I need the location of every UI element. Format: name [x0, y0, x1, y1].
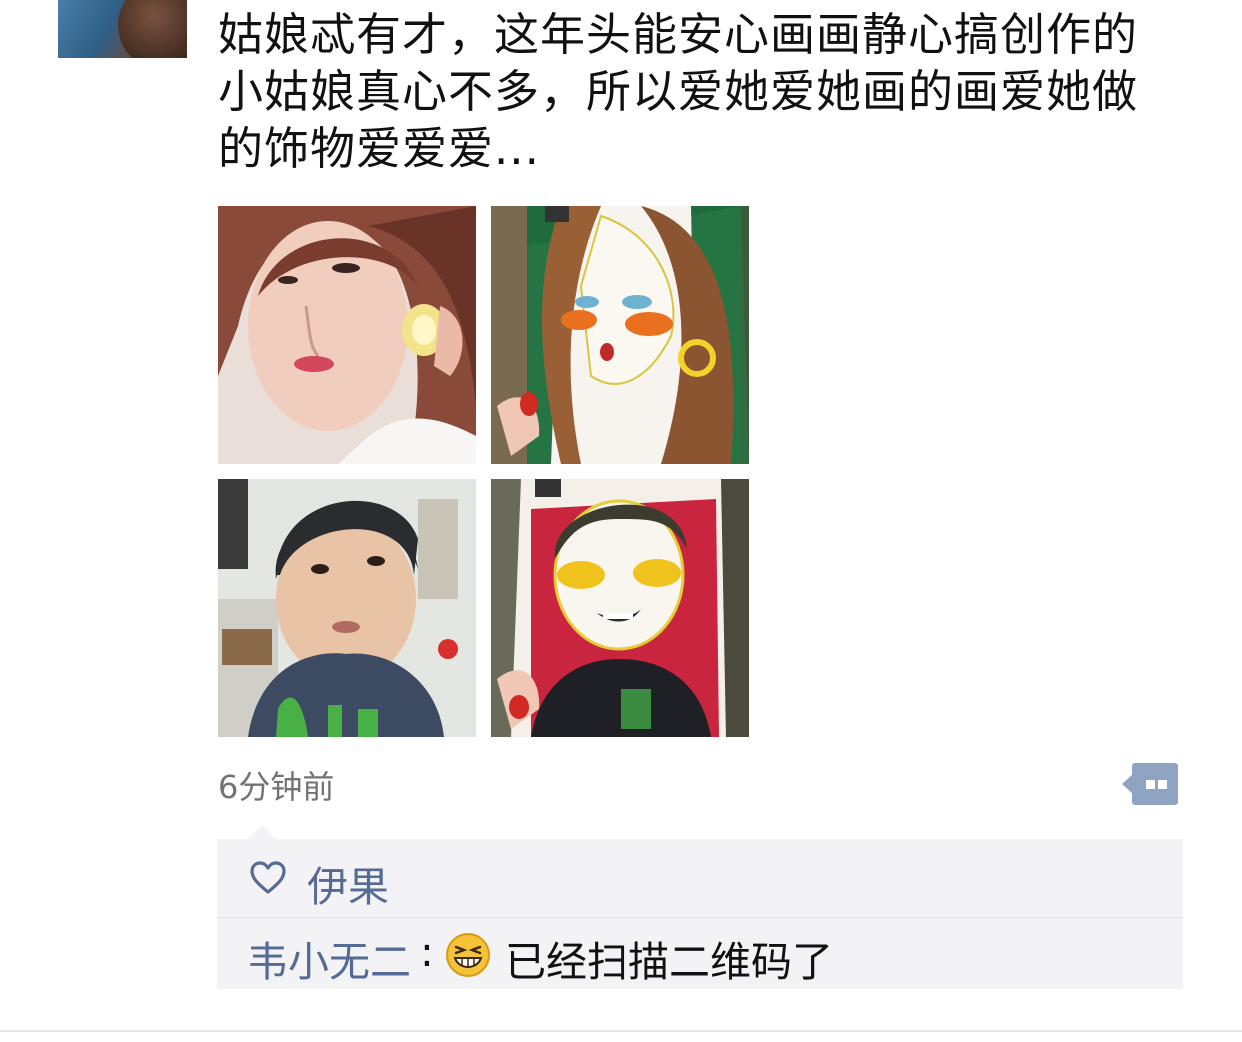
- comments-pointer: [248, 825, 276, 839]
- moments-post: 姑娘忒有才，这年头能安心画画静心搞创作的 小姑娘真心不多，所以爱她爱她画的画爱她…: [0, 0, 1242, 1042]
- grinning-face-emoji-icon: [446, 933, 490, 977]
- comment-author[interactable]: 韦小无二: [247, 928, 411, 988]
- post-divider: [0, 1030, 1242, 1032]
- post-text: 姑娘忒有才，这年头能安心画画静心搞创作的 小姑娘真心不多，所以爱她爱她画的画爱她…: [218, 6, 1178, 177]
- selfie-woman-photo: [218, 206, 476, 464]
- user-avatar[interactable]: [58, 0, 187, 58]
- comment-row[interactable]: 韦小无二 : 已经扫描二维码了: [217, 918, 1183, 989]
- portrait-drawing-woman-photo: [491, 206, 749, 464]
- post-photo-4[interactable]: [491, 479, 749, 737]
- post-timestamp: 6分钟前: [218, 768, 335, 806]
- selfie-boy-photo: [218, 479, 476, 737]
- post-photo-2[interactable]: [491, 206, 749, 464]
- comments-panel: 伊果 韦小无二 : 已经扫描二维码了: [217, 839, 1183, 989]
- post-text-line: 小姑娘真心不多，所以爱她爱她画的画爱她做: [218, 65, 1139, 118]
- likes-row: 伊果: [217, 839, 1183, 918]
- post-photo-3[interactable]: [218, 479, 476, 737]
- post-text-line: 姑娘忒有才，这年头能安心画画静心搞创作的: [218, 8, 1139, 61]
- comment-text: 已经扫描二维码了: [505, 938, 833, 986]
- comment-more-icon: [1132, 763, 1178, 805]
- heart-icon: [250, 861, 286, 894]
- comment-separator: :: [420, 928, 434, 976]
- like-user-name[interactable]: 伊果: [307, 853, 389, 913]
- post-photo-1[interactable]: [218, 206, 476, 464]
- post-text-line: 的饰物爱爱爱...: [218, 122, 540, 175]
- comment-more-button[interactable]: [1122, 763, 1178, 805]
- portrait-drawing-boy-photo: [491, 479, 749, 737]
